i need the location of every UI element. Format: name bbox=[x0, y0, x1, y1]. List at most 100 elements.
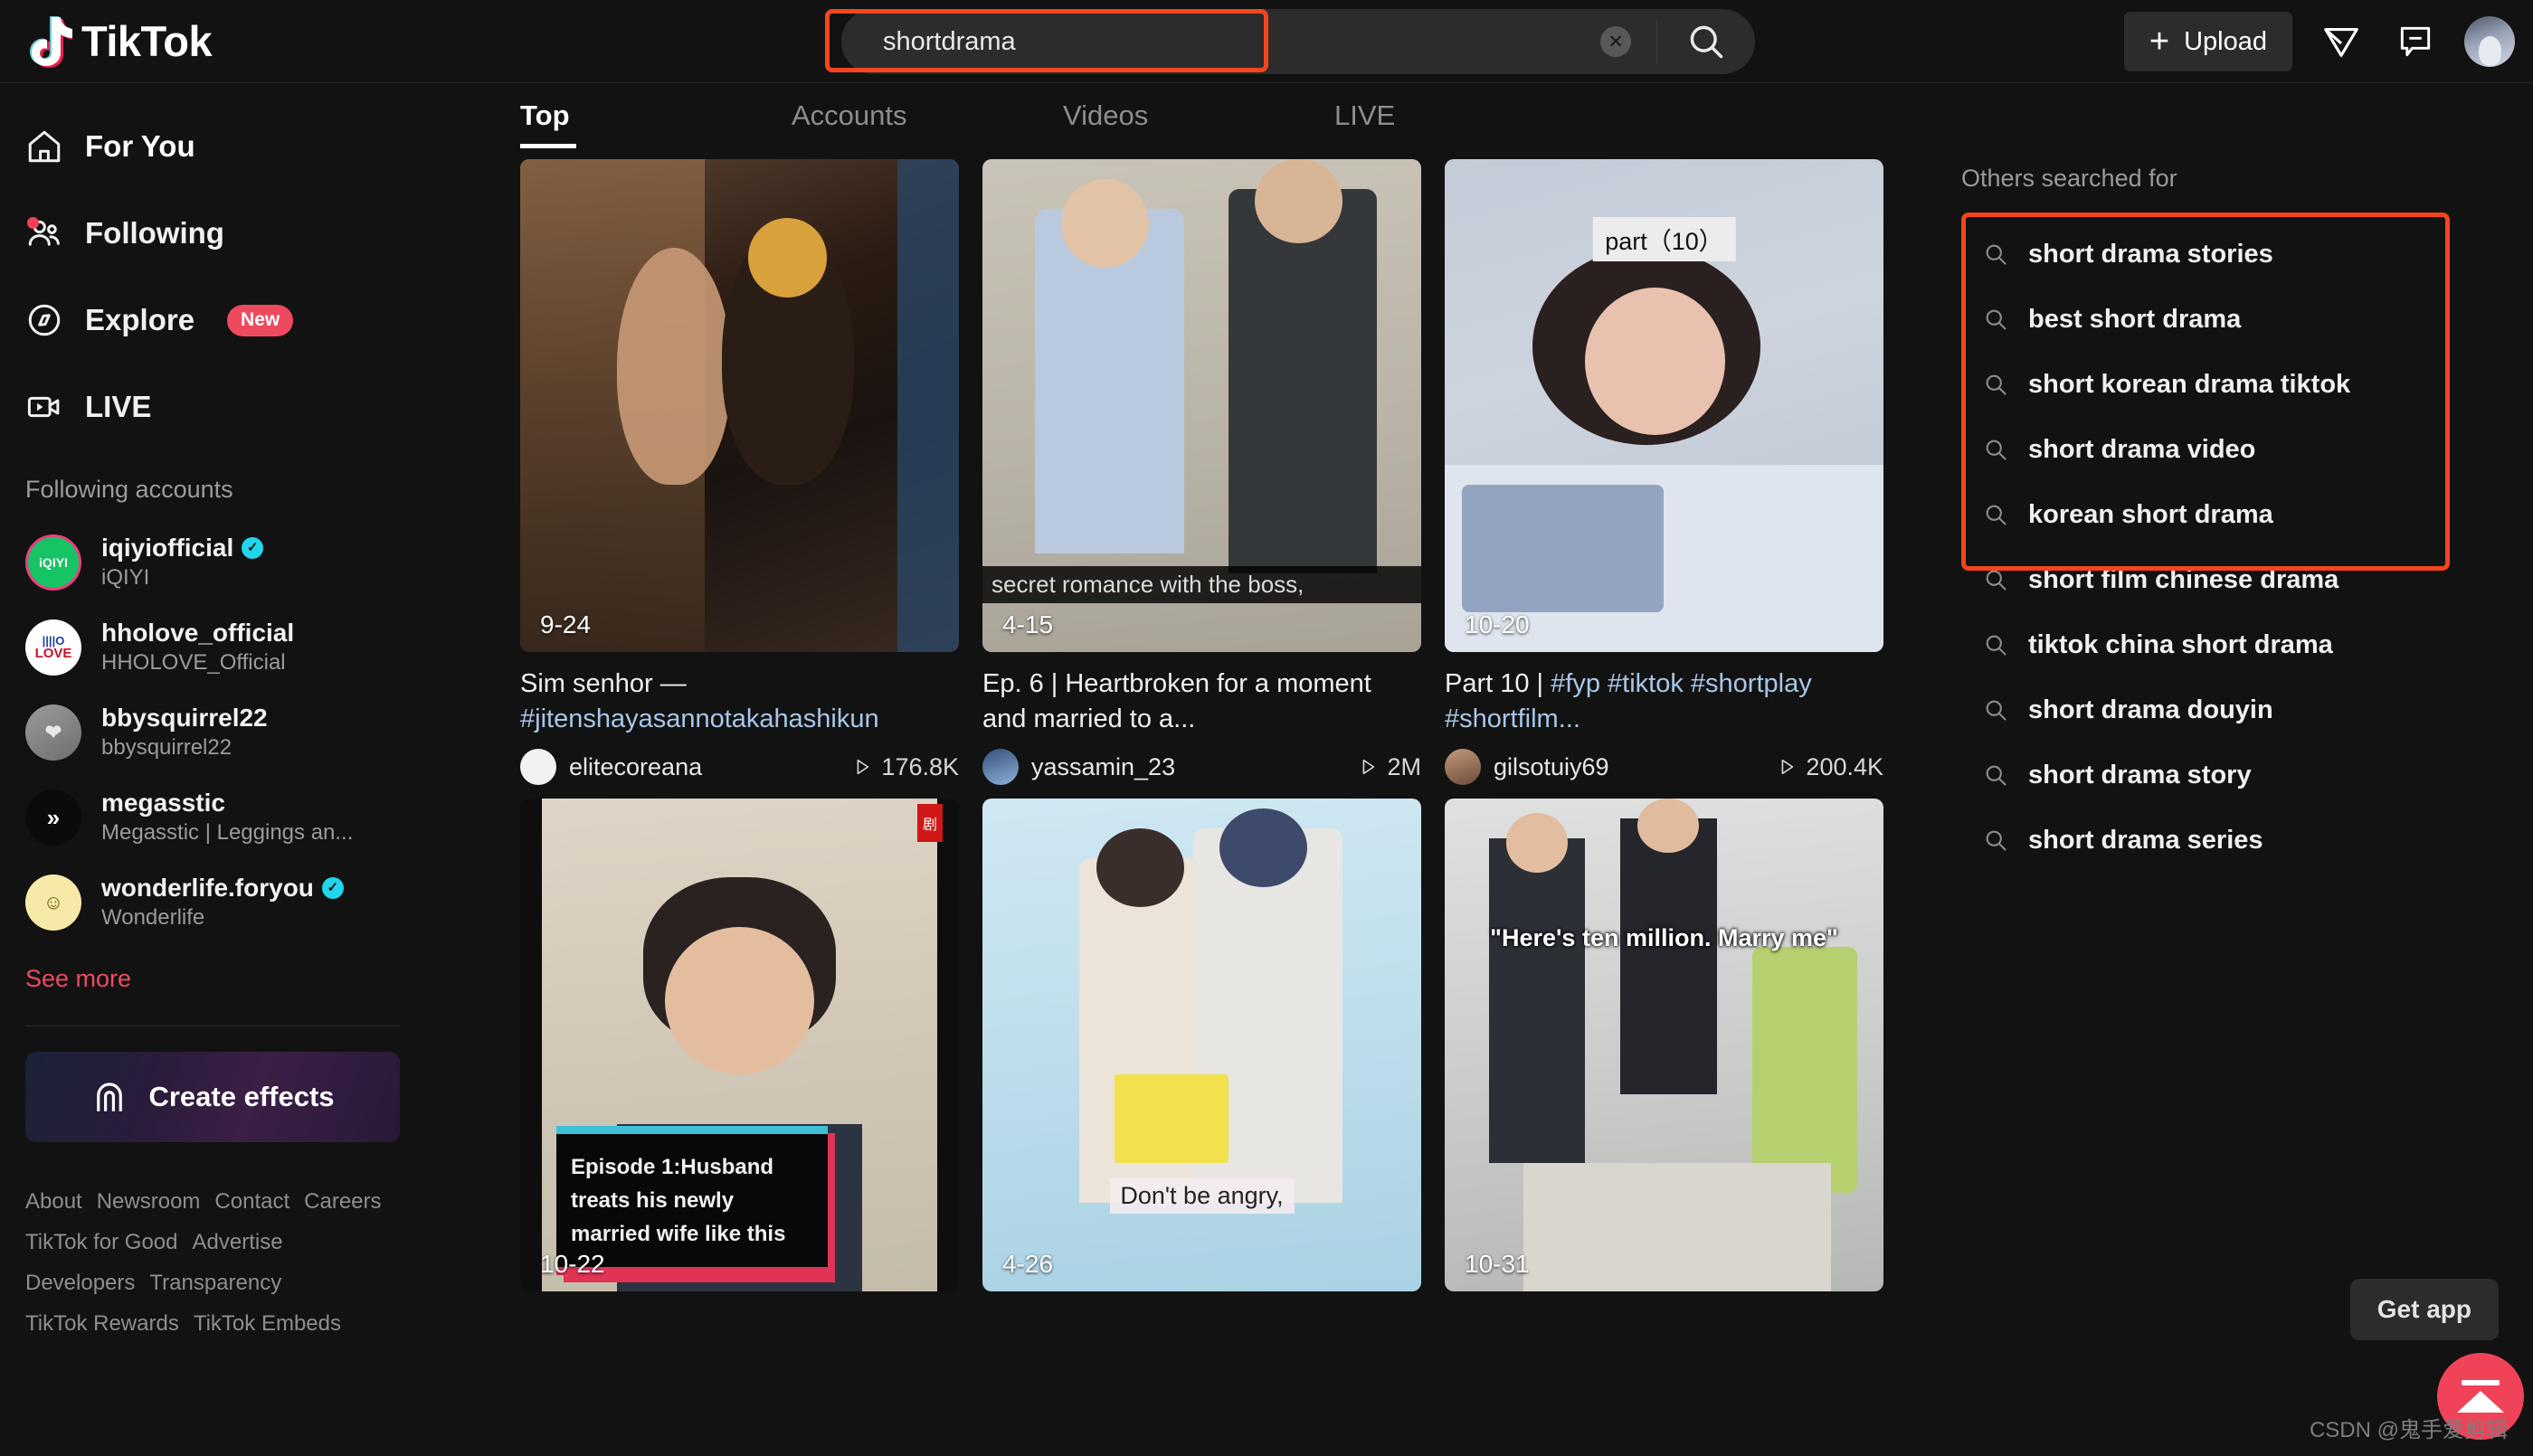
suggestion-item[interactable]: tiktok china short drama bbox=[1961, 612, 2432, 677]
video-thumbnail[interactable]: 剧 Episode 1:Husband treats his newly mar… bbox=[520, 799, 959, 1291]
see-more-link[interactable]: See more bbox=[25, 965, 400, 993]
avatar[interactable] bbox=[1445, 749, 1481, 785]
sidebar-item-explore[interactable]: Explore New bbox=[25, 277, 400, 364]
paper-plane-icon[interactable] bbox=[2316, 16, 2367, 67]
sidebar-label-live: LIVE bbox=[85, 390, 151, 424]
footer-link-transparency[interactable]: Transparency bbox=[149, 1271, 281, 1296]
search-tabs: Top Accounts Videos LIVE bbox=[425, 83, 2533, 159]
video-title: Sim senhor — #jitenshayasannotakahashiku… bbox=[520, 667, 959, 736]
avatar[interactable] bbox=[2464, 16, 2515, 67]
others-searched-panel: Others searched for short drama stories … bbox=[1961, 159, 2432, 1291]
video-thumbnail[interactable]: Don't be angry, 4-26 bbox=[982, 799, 1421, 1291]
search-button[interactable] bbox=[1657, 9, 1755, 74]
video-date: 9-24 bbox=[540, 610, 591, 639]
video-date: 10-31 bbox=[1465, 1250, 1530, 1279]
video-title-text: Part 10 | bbox=[1445, 669, 1551, 698]
video-card[interactable]: "Here's ten million. Marry me" 10-31 bbox=[1445, 799, 1883, 1291]
upload-label: Upload bbox=[2184, 27, 2267, 57]
account-name: megasstic bbox=[101, 789, 225, 818]
footer-link-careers[interactable]: Careers bbox=[304, 1189, 381, 1215]
suggestion-item[interactable]: short drama video bbox=[1961, 417, 2432, 482]
suggestion-text: short drama douyin bbox=[2028, 695, 2273, 725]
video-author[interactable]: elitecoreana bbox=[569, 753, 840, 781]
list-item[interactable]: ||||O LOVE hholove_official HHOLOVE_Offi… bbox=[25, 605, 400, 690]
suggestion-item[interactable]: short drama story bbox=[1961, 742, 2432, 808]
video-card[interactable]: secret romance with the boss, 4-15 Ep. 6… bbox=[982, 159, 1421, 785]
video-card[interactable]: 剧 Episode 1:Husband treats his newly mar… bbox=[520, 799, 959, 1291]
sidebar-item-live[interactable]: LIVE bbox=[25, 364, 400, 450]
footer-link-developers[interactable]: Developers bbox=[25, 1271, 135, 1296]
suggestion-item[interactable]: short drama stories bbox=[1961, 222, 2432, 287]
avatar: iQIYI bbox=[25, 534, 81, 591]
following-notification-dot bbox=[27, 217, 39, 229]
watermark: CSDN @鬼手爱剪辑 bbox=[2310, 1412, 2508, 1443]
footer-link-tiktok-embeds[interactable]: TikTok Embeds bbox=[194, 1311, 341, 1337]
list-item[interactable]: ❤ bbysquirrel22 bbysquirrel22 bbox=[25, 690, 400, 775]
footer-link-tiktok-rewards[interactable]: TikTok Rewards bbox=[25, 1311, 179, 1337]
avatar[interactable] bbox=[982, 749, 1019, 785]
suggestion-item[interactable]: best short drama bbox=[1961, 287, 2432, 352]
video-card[interactable]: 9-24 Sim senhor — #jitenshayasannotakaha… bbox=[520, 159, 959, 785]
results-area: 9-24 Sim senhor — #jitenshayasannotakaha… bbox=[425, 159, 2533, 1291]
clear-search-icon[interactable]: ✕ bbox=[1600, 26, 1631, 57]
footer-link-contact[interactable]: Contact bbox=[214, 1189, 289, 1215]
video-thumbnail[interactable]: secret romance with the boss, 4-15 bbox=[982, 159, 1421, 652]
search-input[interactable] bbox=[841, 27, 1600, 57]
tab-accounts[interactable]: Accounts bbox=[792, 99, 1063, 148]
top-bar: TikTok ✕ + Upload bbox=[0, 0, 2533, 83]
sidebar-item-for-you[interactable]: For You bbox=[25, 103, 400, 190]
video-meta: elitecoreana 176.8K bbox=[520, 749, 959, 785]
account-name-row: iqiyiofficial ✓ bbox=[101, 534, 263, 563]
sidebar-item-following[interactable]: Following bbox=[25, 190, 400, 277]
video-thumbnail[interactable]: part（10） 10-20 bbox=[1445, 159, 1883, 652]
suggestion-item[interactable]: korean short drama bbox=[1961, 482, 2432, 547]
footer-link-advertise[interactable]: Advertise bbox=[193, 1230, 283, 1255]
sidebar-label-following: Following bbox=[85, 216, 224, 251]
search-icon bbox=[1983, 762, 2008, 788]
suggestion-item[interactable]: short film chinese drama bbox=[1961, 547, 2432, 612]
footer-link-about[interactable]: About bbox=[25, 1189, 82, 1215]
account-name-row: bbysquirrel22 bbox=[101, 704, 268, 733]
video-meta: gilsotuiy69 200.4K bbox=[1445, 749, 1883, 785]
video-author[interactable]: yassamin_23 bbox=[1031, 753, 1345, 781]
thumbnail-caption: secret romance with the boss, bbox=[982, 566, 1421, 603]
list-item[interactable]: ☺ wonderlife.foryou ✓ Wonderlife bbox=[25, 860, 400, 945]
list-item[interactable]: iQIYI iqiyiofficial ✓ iQIYI bbox=[25, 520, 400, 605]
sidebar-label-for-you: For You bbox=[85, 129, 195, 164]
upload-button[interactable]: + Upload bbox=[2124, 12, 2292, 71]
video-card[interactable]: Don't be angry, 4-26 bbox=[982, 799, 1421, 1291]
suggestion-list: short drama stories best short drama sho… bbox=[1961, 213, 2432, 885]
tab-live[interactable]: LIVE bbox=[1334, 99, 1606, 148]
search-area: ✕ bbox=[841, 9, 1755, 74]
sidebar-footer: About Newsroom Contact Careers TikTok fo… bbox=[25, 1189, 400, 1337]
video-views: 2M bbox=[1358, 753, 1421, 781]
video-card[interactable]: part（10） 10-20 Part 10 | #fyp #tiktok #s… bbox=[1445, 159, 1883, 785]
message-icon[interactable] bbox=[2390, 16, 2441, 67]
video-author[interactable]: gilsotuiy69 bbox=[1494, 753, 1764, 781]
search-icon bbox=[1983, 567, 2008, 592]
suggestion-item[interactable]: short drama douyin bbox=[1961, 677, 2432, 742]
video-hashtags[interactable]: #jitenshayasannotakahashikun bbox=[520, 704, 879, 733]
video-thumbnail[interactable]: "Here's ten million. Marry me" 10-31 bbox=[1445, 799, 1883, 1291]
video-date: 10-22 bbox=[540, 1250, 605, 1279]
video-views: 200.4K bbox=[1777, 753, 1883, 781]
following-accounts-title: Following accounts bbox=[25, 476, 400, 504]
suggestion-item[interactable]: short korean drama tiktok bbox=[1961, 352, 2432, 417]
video-thumbnail[interactable]: 9-24 bbox=[520, 159, 959, 652]
avatar[interactable] bbox=[520, 749, 556, 785]
compass-icon bbox=[25, 301, 63, 339]
footer-link-tiktok-for-good[interactable]: TikTok for Good bbox=[25, 1230, 178, 1255]
account-subtitle: iQIYI bbox=[101, 565, 263, 591]
get-app-button[interactable]: Get app bbox=[2350, 1279, 2499, 1340]
suggestion-text: short film chinese drama bbox=[2028, 565, 2339, 595]
suggestion-text: short korean drama tiktok bbox=[2028, 370, 2350, 400]
tab-top[interactable]: Top bbox=[520, 99, 792, 148]
search-icon bbox=[1983, 697, 2008, 723]
footer-link-newsroom[interactable]: Newsroom bbox=[97, 1189, 201, 1215]
suggestion-item[interactable]: short drama series bbox=[1961, 808, 2432, 873]
create-effects-button[interactable]: Create effects bbox=[25, 1052, 400, 1142]
search-bar[interactable]: ✕ bbox=[841, 9, 1755, 74]
list-item[interactable]: » megasstic Megasstic | Leggings an... bbox=[25, 775, 400, 860]
tiktok-logo[interactable]: TikTok bbox=[24, 15, 322, 68]
tab-videos[interactable]: Videos bbox=[1063, 99, 1334, 148]
